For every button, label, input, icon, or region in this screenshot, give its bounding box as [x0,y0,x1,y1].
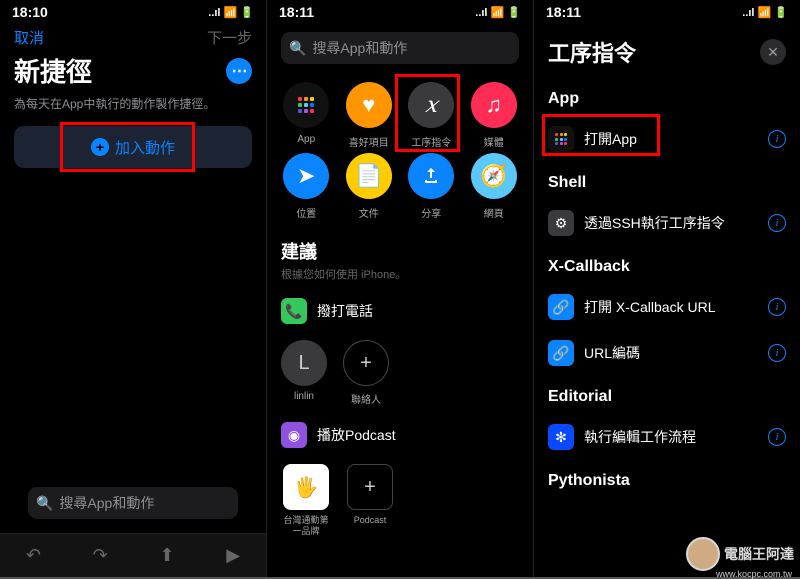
status-icons: ..ıl 📶 🔋 [208,6,254,19]
status-bar: 18:11 ..ıl 📶 🔋 [267,0,533,22]
group-header: Editorial [534,376,800,414]
status-bar: 18:10 ..ıl 📶 🔋 [0,0,266,22]
search-placeholder: 搜尋App和動作 [59,493,154,513]
list-item-urlencode[interactable]: 🔗 URL編碼 i [534,330,800,376]
watermark-text: 電腦王阿達 [724,544,794,564]
group-header: Pythonista [534,460,800,498]
list-item-editorial[interactable]: ✻ 執行編輯工作流程 i [534,414,800,460]
bottom-toolbar: ↶ ↷ ⬆ ▶ [0,533,266,577]
action-call[interactable]: 📞 撥打電話 [267,290,533,332]
group-header: App [534,78,800,116]
status-time: 18:11 [279,4,314,20]
podcast-icon: ◉ [281,422,307,448]
search-placeholder: 搜尋App和動作 [312,38,407,58]
editorial-icon: ✻ [548,424,574,450]
link-icon: 🔗 [548,294,574,320]
list-item-ssh[interactable]: ⚙ 透過SSH執行工序指令 i [534,200,800,246]
category-location[interactable]: ➤位置 [275,153,338,220]
action-podcast[interactable]: ◉ 播放Podcast [267,414,533,456]
watermark: 電腦王阿達 [686,537,794,571]
more-button[interactable]: ⋯ [226,58,252,84]
watermark-avatar [686,537,720,571]
search-input[interactable]: 🔍 搜尋App和動作 [28,487,238,519]
plus-icon: + [91,138,109,156]
status-icons: ..ıl 📶 🔋 [742,6,788,19]
next-button[interactable]: 下一步 [207,27,252,48]
search-icon: 🔍 [289,40,306,57]
status-icons: ..ıl 📶 🔋 [475,6,521,19]
add-action-button[interactable]: + 加入動作 [14,126,252,168]
page-subtitle: 為每天在App中執行的動作製作捷徑。 [0,95,266,126]
watermark-url: www.kocpc.com.tw [716,569,792,579]
add-action-label: 加入動作 [115,137,175,158]
link-icon: 🔗 [548,340,574,366]
search-icon: 🔍 [36,495,53,512]
category-app[interactable]: App [275,82,338,149]
sheet-header: 工序指令 ✕ [534,22,800,78]
info-icon[interactable]: i [768,214,786,232]
section-header: 建議 [267,228,533,266]
gear-icon: ⚙ [548,210,574,236]
search-input[interactable]: 🔍 搜尋App和動作 [281,32,519,64]
redo-icon[interactable]: ↷ [93,545,108,566]
podcast-grid: 🖐台灣通勤第一品牌 +Podcast [267,456,533,545]
contact-linlin[interactable]: Llinlin [281,340,327,406]
section-subtitle: 根據您如何使用 iPhone。 [267,266,533,290]
podcast-add[interactable]: +Podcast [347,464,393,537]
nav-bar: 取消 下一步 [0,22,266,52]
sheet-title: 工序指令 [548,36,636,68]
status-time: 18:11 [546,4,581,20]
app-grid-icon [548,126,574,152]
cancel-button[interactable]: 取消 [14,27,44,48]
status-time: 18:10 [12,4,48,20]
page-title: 新捷徑 [14,52,92,89]
undo-icon[interactable]: ↶ [26,545,41,566]
phone-icon: 📞 [281,298,307,324]
info-icon[interactable]: i [768,130,786,148]
category-share[interactable]: 分享 [400,153,463,220]
group-header: Shell [534,162,800,200]
contact-add[interactable]: +聯絡人 [343,340,389,406]
group-header: X-Callback [534,246,800,284]
list-item-open-app[interactable]: 打開App i [534,116,800,162]
phone-2: 18:11 ..ıl 📶 🔋 🔍 搜尋App和動作 App ♥喜好項目 𝑥工序指… [267,0,534,577]
close-button[interactable]: ✕ [760,39,786,65]
category-web[interactable]: 🧭網頁 [463,153,526,220]
category-media[interactable]: ♫媒體 [463,82,526,149]
share-icon[interactable]: ⬆ [159,545,174,566]
phone-3: 18:11 ..ıl 📶 🔋 工序指令 ✕ App 打開App i Shell … [534,0,800,577]
category-grid: App ♥喜好項目 𝑥工序指令 ♫媒體 ➤位置 📄文件 分享 🧭網頁 [267,70,533,228]
contact-grid: Llinlin +聯絡人 [267,332,533,414]
category-scripting[interactable]: 𝑥工序指令 [400,82,463,149]
info-icon[interactable]: i [768,298,786,316]
category-favorites[interactable]: ♥喜好項目 [338,82,401,149]
list-item-xcallback[interactable]: 🔗 打開 X-Callback URL i [534,284,800,330]
category-documents[interactable]: 📄文件 [338,153,401,220]
phone-1: 18:10 ..ıl 📶 🔋 取消 下一步 新捷徑 ⋯ 為每天在App中執行的動… [0,0,267,577]
info-icon[interactable]: i [768,344,786,362]
podcast-item-1[interactable]: 🖐台灣通勤第一品牌 [281,464,331,537]
status-bar: 18:11 ..ıl 📶 🔋 [534,0,800,22]
play-icon[interactable]: ▶ [226,545,240,566]
info-icon[interactable]: i [768,428,786,446]
